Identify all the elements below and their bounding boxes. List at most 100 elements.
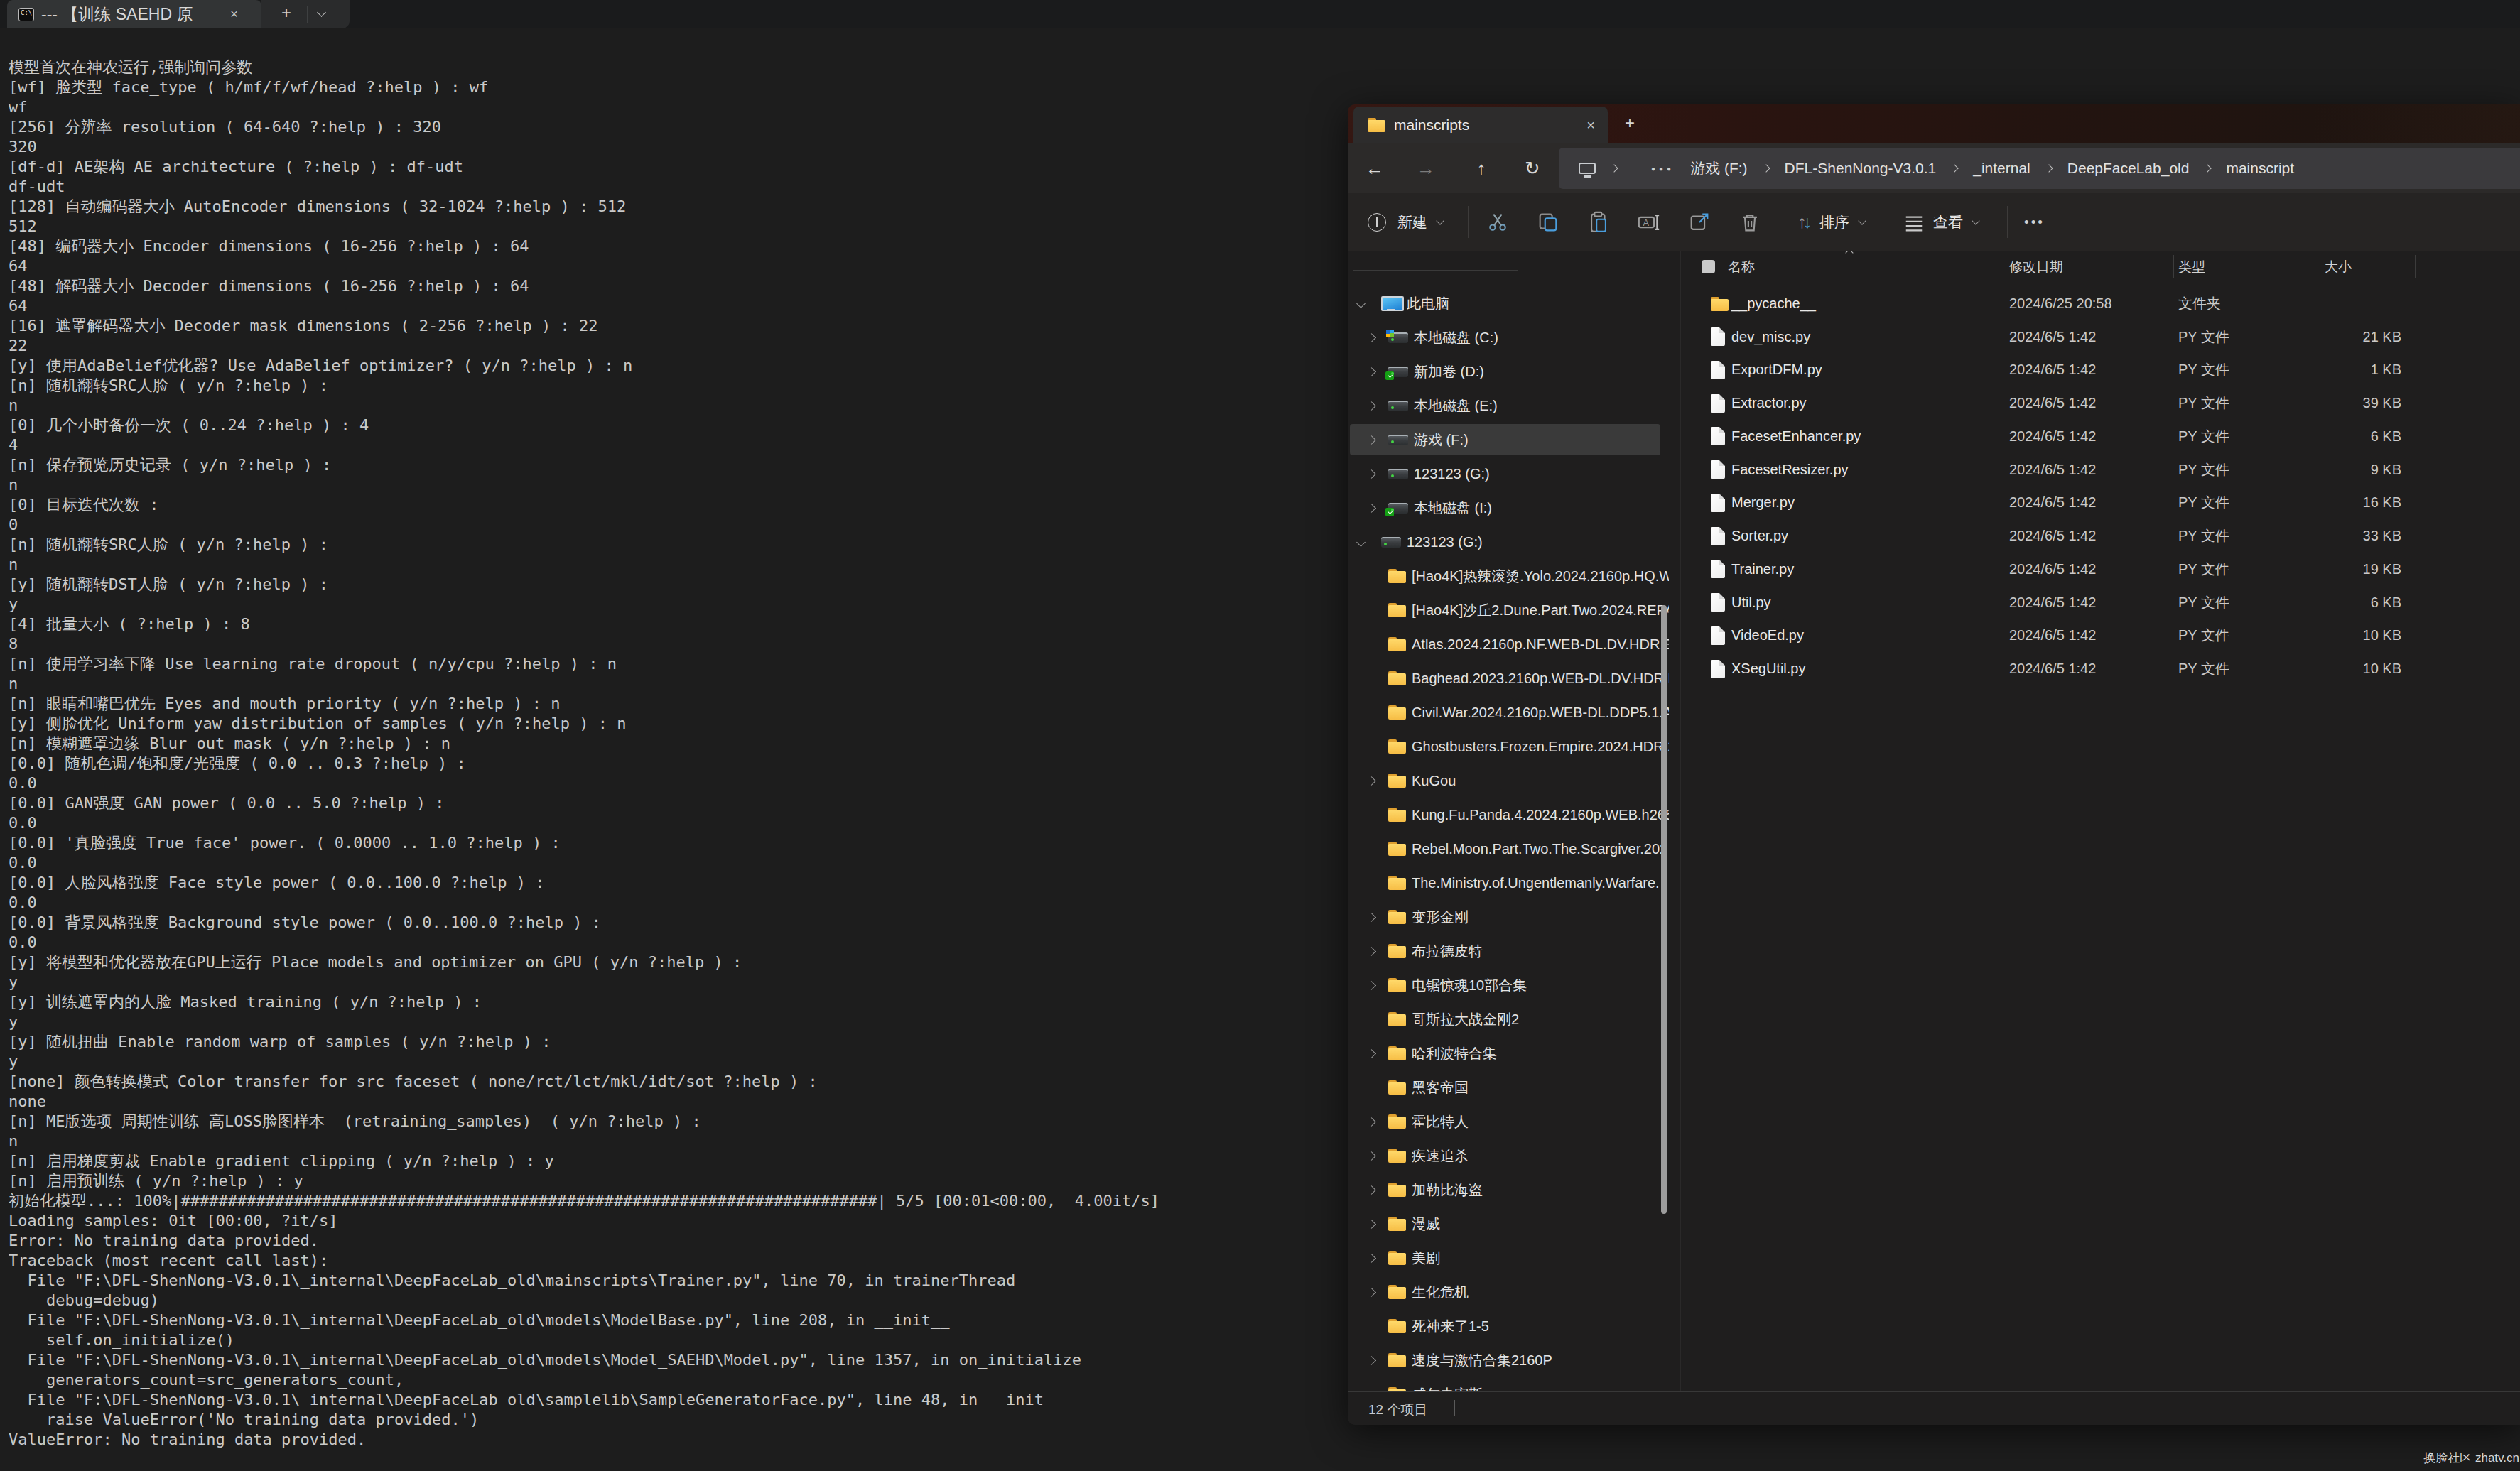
column-header-type[interactable]: 类型 [2178, 258, 2205, 276]
rename-button[interactable]: A [1637, 193, 1661, 251]
chevron-right-icon[interactable] [1367, 1117, 1376, 1127]
navigation-pane-scrollbar[interactable] [1661, 605, 1667, 1214]
sidebar-item[interactable]: 本地磁盘 (C:) [1348, 320, 1669, 354]
chevron-right-icon[interactable] [1367, 504, 1376, 513]
chevron-down-icon[interactable] [1356, 299, 1366, 308]
file-row[interactable]: Merger.py2024/6/5 1:42PY 文件16 KB [1682, 487, 2520, 520]
chevron-right-icon[interactable] [1367, 1254, 1376, 1263]
explorer-tab-close-icon[interactable]: × [1586, 117, 1595, 134]
breadcrumb-item[interactable]: mainscript [2226, 160, 2294, 177]
file-row[interactable]: Extractor.py2024/6/5 1:42PY 文件39 KB [1682, 386, 2520, 420]
sidebar-item[interactable]: [Hao4K]热辣滚烫.Yolo.2024.2160p.HQ.WE [1348, 559, 1669, 593]
file-row[interactable]: FacesetResizer.py2024/6/5 1:42PY 文件9 KB [1682, 453, 2520, 487]
file-row[interactable]: Util.py2024/6/5 1:42PY 文件6 KB [1682, 586, 2520, 619]
terminal-tab-close-icon[interactable]: × [230, 6, 238, 22]
sidebar-item[interactable]: 电锯惊魂10部合集 [1348, 968, 1669, 1002]
terminal-tab-dropdown-icon[interactable] [317, 8, 326, 17]
sidebar-item[interactable]: 布拉德皮特 [1348, 934, 1669, 968]
sidebar-item[interactable]: 游戏 (F:) [1348, 423, 1669, 457]
file-row[interactable]: FacesetEnhancer.py2024/6/5 1:42PY 文件6 KB [1682, 420, 2520, 453]
breadcrumb-item[interactable]: 游戏 (F:) [1690, 158, 1747, 178]
up-button[interactable]: ↑ [1466, 143, 1497, 193]
sidebar-item[interactable]: The.Ministry.of.Ungentlemanly.Warfare. [1348, 866, 1669, 900]
chevron-right-icon[interactable] [1367, 367, 1376, 376]
file-row[interactable]: ExportDFM.py2024/6/5 1:42PY 文件1 KB [1682, 354, 2520, 387]
terminal-tab[interactable]: --- 【训练 SAEHD 原 × [7, 0, 261, 28]
navigation-pane: 此电脑本地磁盘 (C:)新加卷 (D:)本地磁盘 (E:)游戏 (F:)1231… [1348, 286, 1669, 1391]
refresh-button[interactable]: ↻ [1517, 143, 1548, 193]
delete-button[interactable] [1738, 193, 1762, 251]
column-header-name[interactable]: 名称 [1728, 258, 1755, 276]
paste-button[interactable] [1586, 193, 1611, 251]
chevron-right-icon[interactable] [1367, 1151, 1376, 1161]
chevron-right-icon[interactable] [1367, 435, 1376, 445]
copy-button[interactable] [1536, 193, 1560, 251]
chevron-right-icon[interactable] [1367, 1185, 1376, 1195]
sidebar-item[interactable]: Baghead.2023.2160p.WEB-DL.DV.HDR.H [1348, 661, 1669, 695]
sidebar-item[interactable]: KuGou [1348, 764, 1669, 798]
back-button[interactable]: ← [1359, 143, 1390, 193]
new-button[interactable]: 新建 [1368, 193, 1443, 251]
more-button[interactable]: ••• [2024, 193, 2045, 251]
sidebar-item[interactable]: 霍比特人 [1348, 1104, 1669, 1139]
chevron-right-icon[interactable] [1367, 333, 1376, 342]
sidebar-item[interactable]: 速度与激情合集2160P [1348, 1343, 1669, 1377]
chevron-right-icon[interactable] [1367, 1049, 1376, 1058]
sidebar-item[interactable]: 死神来了1-5 [1348, 1309, 1669, 1343]
chevron-right-icon[interactable] [1367, 1220, 1376, 1229]
chevron-down-icon[interactable] [1356, 538, 1366, 547]
file-row[interactable]: __pycache__2024/6/25 20:58文件夹 [1682, 287, 2520, 320]
sidebar-item[interactable]: 123123 (G:) [1348, 525, 1669, 559]
explorer-tab[interactable]: mainscripts × [1353, 107, 1608, 143]
chevron-right-icon[interactable] [1367, 401, 1376, 411]
sidebar-item[interactable]: [Hao4K]沙丘2.Dune.Part.Two.2024.REPA [1348, 593, 1669, 627]
sidebar-item[interactable]: Rebel.Moon.Part.Two.The.Scargiver.202 [1348, 832, 1669, 866]
breadcrumb-item[interactable]: DFL-ShenNong-V3.0.1 [1785, 160, 1937, 177]
chevron-right-icon[interactable] [1367, 913, 1376, 922]
sidebar-item[interactable]: 此电脑 [1348, 286, 1669, 320]
sidebar-item[interactable]: 漫威 [1348, 1207, 1669, 1241]
chevron-right-icon[interactable] [1367, 776, 1376, 786]
sidebar-item[interactable]: 黑客帝国 [1348, 1070, 1669, 1104]
sidebar-item[interactable]: 威尔史密斯 [1348, 1377, 1669, 1391]
view-button[interactable]: 查看 [1903, 193, 1979, 251]
explorer-new-tab-button[interactable]: + [1625, 113, 1635, 133]
sidebar-item[interactable]: 疾速追杀 [1348, 1139, 1669, 1173]
sidebar-item[interactable]: 123123 (G:) [1348, 457, 1669, 491]
breadcrumb-ellipsis[interactable]: ●●● [1651, 165, 1675, 173]
chevron-right-icon[interactable] [1367, 1356, 1376, 1365]
address-bar[interactable]: ●●● 游戏 (F:) DFL-ShenNong-V3.0.1 _internal D… [1559, 148, 2520, 189]
sidebar-item[interactable]: 哈利波特合集 [1348, 1036, 1669, 1070]
file-row[interactable]: XSegUtil.py2024/6/5 1:42PY 文件10 KB [1682, 652, 2520, 685]
select-all-checkbox[interactable] [1702, 260, 1715, 273]
column-header-date[interactable]: 修改日期 [2009, 258, 2063, 276]
sidebar-item[interactable]: Atlas.2024.2160p.NF.WEB-DL.DV.HDR.E [1348, 627, 1669, 661]
share-button[interactable] [1687, 193, 1711, 251]
sidebar-item[interactable]: 加勒比海盗 [1348, 1173, 1669, 1207]
breadcrumb-item[interactable]: DeepFaceLab_old [2067, 160, 2190, 177]
file-row[interactable]: VideoEd.py2024/6/5 1:42PY 文件10 KB [1682, 619, 2520, 653]
forward-button[interactable]: → [1410, 143, 1442, 193]
file-row[interactable]: Trainer.py2024/6/5 1:42PY 文件19 KB [1682, 553, 2520, 586]
sidebar-item[interactable]: Ghostbusters.Frozen.Empire.2024.HDR.2 [1348, 729, 1669, 764]
sidebar-item[interactable]: 哥斯拉大战金刚2 [1348, 1002, 1669, 1036]
sidebar-item[interactable]: 美剧 [1348, 1241, 1669, 1275]
sidebar-item[interactable]: Kung.Fu.Panda.4.2024.2160p.WEB.h265 [1348, 798, 1669, 832]
file-row[interactable]: dev_misc.py2024/6/5 1:42PY 文件21 KB [1682, 320, 2520, 354]
sidebar-item[interactable]: 新加卷 (D:) [1348, 354, 1669, 389]
breadcrumb-item[interactable]: _internal [1973, 160, 2030, 177]
sidebar-item[interactable]: 生化危机 [1348, 1275, 1669, 1309]
chevron-right-icon[interactable] [1367, 469, 1376, 479]
sidebar-item[interactable]: Civil.War.2024.2160p.WEB-DL.DDP5.1.A [1348, 695, 1669, 729]
file-row[interactable]: Sorter.py2024/6/5 1:42PY 文件33 KB [1682, 519, 2520, 553]
chevron-right-icon[interactable] [1367, 947, 1376, 956]
chevron-right-icon[interactable] [1367, 981, 1376, 990]
column-header-size[interactable]: 大小 [2325, 258, 2352, 276]
sidebar-item[interactable]: 变形金刚 [1348, 900, 1669, 934]
cut-button[interactable] [1486, 193, 1510, 251]
chevron-right-icon[interactable] [1367, 1288, 1376, 1297]
terminal-new-tab-button[interactable]: + [281, 3, 291, 23]
sort-button[interactable]: ↑ ↓ 排序 [1797, 193, 1865, 251]
sidebar-item[interactable]: 本地磁盘 (E:) [1348, 389, 1669, 423]
sidebar-item[interactable]: 本地磁盘 (I:) [1348, 491, 1669, 525]
